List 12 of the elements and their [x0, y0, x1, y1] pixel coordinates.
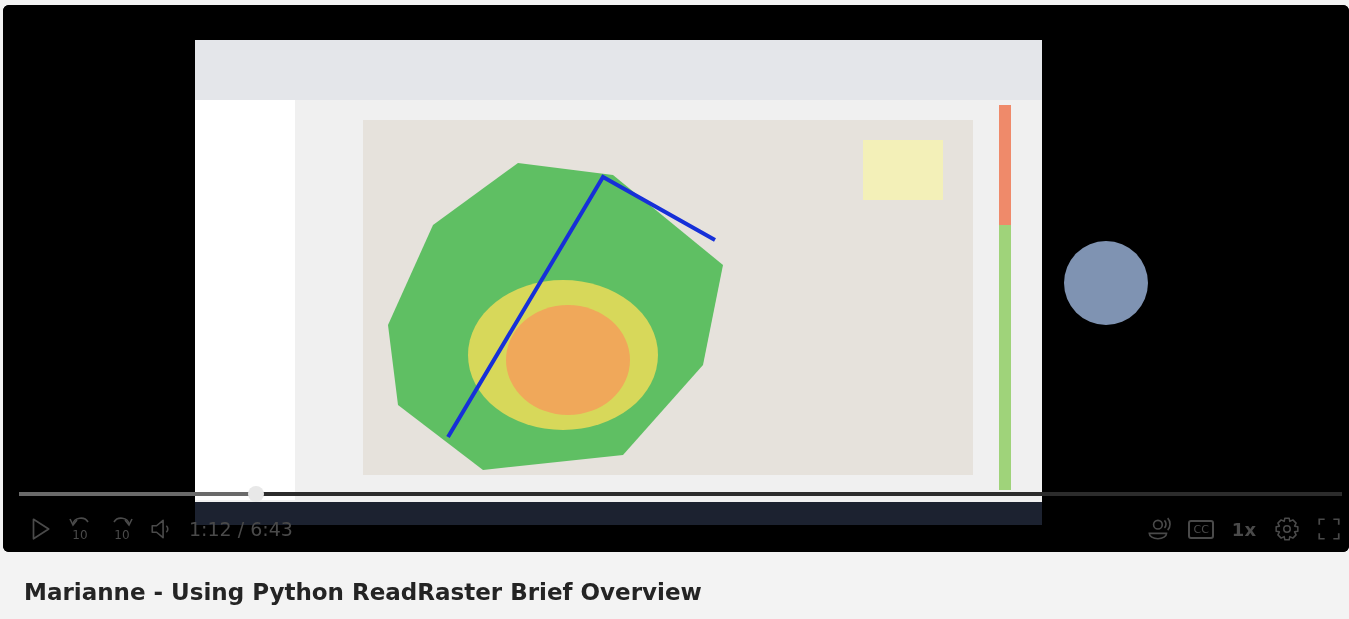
progress-bar[interactable] — [19, 486, 1342, 502]
settings-button[interactable] — [1274, 516, 1300, 542]
forward-arrow-icon — [110, 514, 134, 528]
rewind-arrow-icon — [68, 514, 92, 528]
audio-description-button[interactable] — [1146, 516, 1173, 542]
time-display: 1:12 / 6:43 — [189, 518, 293, 540]
fullscreen-button[interactable] — [1316, 516, 1342, 542]
captions-button[interactable]: CC — [1188, 519, 1214, 539]
rewind-button[interactable]: 10 — [65, 514, 95, 544]
video-title: Marianne - Using Python ReadRaster Brief Overview — [23, 578, 703, 605]
forward-button[interactable]: 10 — [107, 514, 137, 544]
speed-button[interactable]: 1x — [1231, 518, 1256, 540]
